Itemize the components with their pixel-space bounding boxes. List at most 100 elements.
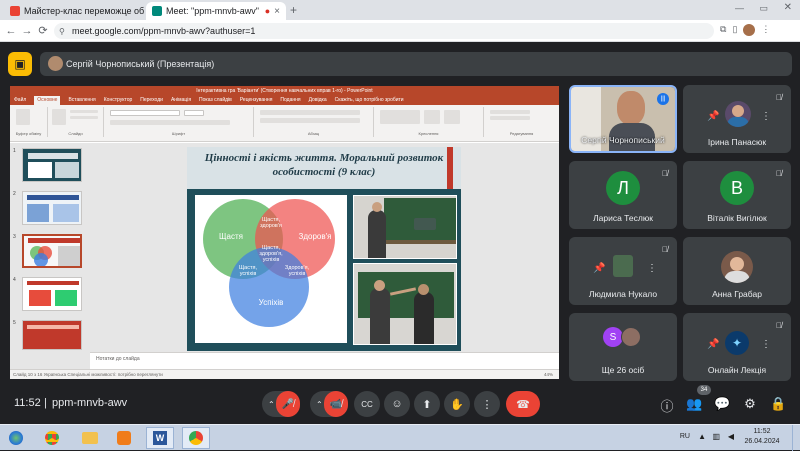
url-input[interactable]: ⚲ meet.google.com/ppm-mnvb-awv?authuser=…	[54, 23, 714, 39]
more-options-button[interactable]: ⋮	[474, 391, 500, 417]
thumb-number: 5	[13, 320, 16, 326]
mic-off-icon: 🎙̸	[776, 92, 782, 102]
present-button[interactable]: ⬆	[414, 391, 440, 417]
venn-label-health: Здоров'я	[298, 232, 332, 241]
ppt-title-bar: Інтерактивна гра 'Варіанти' (Створення н…	[10, 86, 559, 96]
participant-name: Ірина Панасюк	[707, 137, 767, 147]
layout-icon	[70, 110, 98, 113]
file-explorer-icon[interactable]	[76, 427, 104, 449]
participant-tile[interactable]: ✦ 📌 ⋮ 🎙̸ Онлайн Лекція	[683, 313, 791, 381]
tray-date[interactable]: 26.04.2024	[740, 438, 784, 445]
captions-button[interactable]: CC	[354, 391, 380, 417]
meeting-clock: 11:52	[14, 397, 41, 409]
window-close-icon[interactable]: ✕	[784, 2, 792, 13]
speaking-icon: |||	[657, 93, 669, 105]
more-options-icon[interactable]: ⋮	[647, 263, 657, 274]
meet-control-bar: 11:52 | ppm-mnvb-awv ⌃ 🎤̸ ⌃ 📹̸ CC ☺ ⬆ ✋ …	[0, 385, 800, 423]
close-tab-icon[interactable]: ×	[274, 6, 280, 17]
browser-tab-2[interactable]: Meet: "ppm-mnvb-awv" ● ×	[146, 2, 286, 20]
show-hidden-icons[interactable]: ▲	[698, 432, 706, 441]
back-icon[interactable]: ←	[4, 23, 18, 39]
volume-icon[interactable]: ◀	[728, 432, 734, 441]
chat-icon[interactable]: 💬	[714, 396, 730, 412]
raise-hand-button[interactable]: ✋	[444, 391, 470, 417]
tray-time[interactable]: 11:52	[740, 428, 784, 435]
language-indicator[interactable]: RU	[680, 433, 690, 440]
venn-label-happiness: Щастя	[218, 232, 244, 241]
meeting-info-icon[interactable]: ⓘ	[659, 396, 675, 415]
chrome-taskbar-icon[interactable]	[38, 427, 66, 449]
slide-canvas: Цінності і якість життя. Моральний розви…	[90, 143, 559, 369]
classroom-photo-1	[353, 195, 457, 259]
find-icon	[490, 110, 530, 114]
ribbon-group-slides: Слайди	[48, 107, 104, 137]
profile-avatar[interactable]	[743, 24, 756, 36]
participant-tile[interactable]: В 🎙̸ Віталік Вигілюк	[683, 161, 791, 229]
mic-options-icon[interactable]: ⌃	[268, 400, 275, 409]
network-icon[interactable]: ▥	[712, 432, 720, 441]
font-size-box	[184, 110, 204, 116]
menu-icon[interactable]: ⋮	[761, 24, 770, 38]
camera-options-icon[interactable]: ⌃	[316, 400, 323, 409]
slide-thumbnail	[22, 148, 82, 182]
side-panel-icon[interactable]: ▣	[8, 52, 32, 76]
browser-tab-1[interactable]: Майстер-клас переможце обла ×	[4, 2, 144, 20]
new-tab-button[interactable]: +	[290, 3, 297, 17]
activities-icon[interactable]: ⚙	[742, 396, 758, 412]
slide-thumbnail	[22, 191, 82, 225]
word-taskbar-icon[interactable]: W	[146, 427, 174, 449]
camera-toggle-button[interactable]: 📹̸	[324, 391, 348, 417]
thumb-number: 2	[13, 191, 16, 197]
extension-icon[interactable]: ⧉	[720, 24, 726, 38]
pin-icon[interactable]: 📌	[593, 263, 605, 274]
site-info-icon[interactable]: ⚲	[59, 27, 65, 36]
participant-avatar: В	[720, 171, 754, 205]
participant-photo	[721, 251, 753, 283]
reload-icon[interactable]: ⟳	[36, 23, 50, 39]
sidebar-icon[interactable]: ▯	[732, 24, 737, 38]
host-controls-icon[interactable]: 🔒	[770, 396, 786, 412]
more-options-icon[interactable]: ⋮	[761, 339, 771, 350]
meeting-code: ppm-mnvb-awv	[52, 397, 128, 409]
more-options-icon[interactable]: ⋮	[761, 111, 771, 122]
start-icon[interactable]	[2, 427, 30, 449]
venn-label-health-success: Здоров'я, успіхів	[284, 265, 310, 277]
mic-toggle-button[interactable]: 🎤̸	[276, 391, 300, 417]
presenter-avatar	[48, 56, 63, 71]
ppt-tab: Показ слайдів	[199, 97, 232, 103]
participant-tile[interactable]: Анна Грабар	[683, 237, 791, 305]
ppt-tab: Конструктор	[103, 97, 133, 103]
emoji-button[interactable]: ☺	[384, 391, 410, 417]
maximize-icon[interactable]: ▭	[759, 3, 768, 14]
new-slide-icon	[52, 109, 66, 125]
participant-tile[interactable]: Л 🎙̸ Лариса Теслюк	[569, 161, 677, 229]
participant-name: Людмила Нукало	[588, 289, 658, 299]
participant-photo	[613, 255, 633, 277]
ppt-tab: Переходи	[140, 97, 163, 103]
forward-icon[interactable]: →	[20, 23, 34, 39]
participant-tile[interactable]: 📌 ⋮ 🎙̸ Людмила Нукало	[569, 237, 677, 305]
venn-diagram: Щастя Здоров'я Успіхів Щастя, здоров'я Щ…	[195, 195, 347, 343]
participant-name: Віталік Вигілюк	[707, 213, 767, 223]
chrome-taskbar-icon-active[interactable]	[182, 427, 210, 449]
participant-tile[interactable]: ||| Сергій Чорнописький	[569, 85, 677, 153]
end-call-button[interactable]: ☎	[506, 391, 540, 417]
venn-label-happy-health: Щастя, здоров'я	[260, 217, 282, 229]
notes-pane: Нотатки до слайда	[90, 352, 559, 369]
pin-icon[interactable]: 📌	[707, 111, 719, 122]
people-icon[interactable]: 👥	[686, 396, 702, 412]
ppt-status-bar: Слайд 10 з 16 Українська Спеціальні можл…	[10, 369, 559, 379]
group-label: Слайди	[68, 131, 83, 136]
participant-tile-overflow[interactable]: S Ще 26 осіб	[569, 313, 677, 381]
paste-icon	[16, 109, 30, 125]
participant-tile[interactable]: 📌 ⋮ 🎙̸ Ірина Панасюк	[683, 85, 791, 153]
venn-label-happy-success: Щастя, успіхів	[238, 265, 258, 277]
minimize-icon[interactable]: —	[735, 3, 744, 13]
media-player-icon[interactable]	[110, 427, 138, 449]
ppt-tab: Рецензування	[239, 97, 273, 103]
pin-icon[interactable]: 📌	[707, 339, 719, 350]
reset-icon	[70, 116, 98, 119]
participant-count-badge: 34	[697, 385, 711, 395]
ppt-tab: Файл	[14, 97, 27, 103]
show-desktop-button[interactable]	[792, 425, 800, 451]
